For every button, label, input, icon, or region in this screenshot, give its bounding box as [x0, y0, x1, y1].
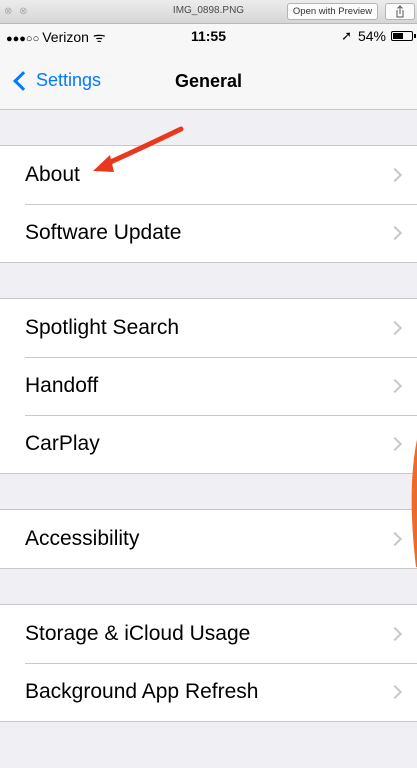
chevron-right-icon [387, 378, 403, 394]
chevron-right-icon [387, 531, 403, 547]
chevron-right-icon [387, 626, 403, 642]
battery-icon [391, 31, 416, 41]
chevron-right-icon [387, 320, 403, 336]
battery-percent: 54% [357, 28, 386, 44]
annotation-orange-shape [411, 439, 417, 567]
row-label: Spotlight Search [25, 316, 180, 339]
settings-row-carplay[interactable]: CarPlay [0, 415, 417, 473]
settings-row-handoff[interactable]: Handoff [0, 357, 417, 415]
settings-list: About Software Update Spotlight Search H… [0, 110, 417, 722]
status-right: ➚ 54% [341, 28, 416, 44]
settings-row-accessibility[interactable]: Accessibility [0, 510, 417, 568]
row-label: Software Update [25, 221, 182, 244]
row-label: About [25, 163, 80, 186]
row-label: Accessibility [25, 527, 140, 550]
settings-group: Spotlight Search Handoff CarPlay [0, 298, 417, 474]
chevron-right-icon [387, 436, 403, 452]
settings-row-spotlight-search[interactable]: Spotlight Search [0, 299, 417, 357]
settings-row-about[interactable]: About [0, 146, 417, 204]
annotation-arrow [93, 126, 184, 172]
row-label: CarPlay [25, 432, 100, 455]
chevron-right-icon [387, 684, 403, 700]
settings-group: Accessibility [0, 509, 417, 569]
row-label: Storage & iCloud Usage [25, 622, 251, 645]
row-label: Handoff [25, 374, 99, 397]
share-button[interactable] [385, 3, 415, 20]
row-label: Background App Refresh [25, 680, 259, 703]
settings-group: About Software Update [0, 145, 417, 263]
page-title: General [174, 71, 243, 91]
open-with-preview-button[interactable]: Open with Preview [287, 3, 378, 20]
settings-group: Storage & iCloud Usage Background App Re… [0, 604, 417, 722]
chevron-right-icon [387, 225, 403, 241]
settings-row-software-update[interactable]: Software Update [0, 204, 417, 262]
chevron-right-icon [387, 167, 403, 183]
status-bar: ●●●○○ Verizon ᯤ 11:55 ➚ 54% [0, 24, 417, 48]
quicklook-titlebar: ⊗ ⊗ IMG_0898.PNG Open with Preview [0, 0, 417, 24]
settings-row-background-app-refresh[interactable]: Background App Refresh [0, 663, 417, 721]
location-arrow-icon: ➚ [341, 28, 352, 43]
share-icon [396, 5, 404, 18]
settings-row-storage-icloud[interactable]: Storage & iCloud Usage [0, 605, 417, 663]
ios-header: ●●●○○ Verizon ᯤ 11:55 ➚ 54% Settings Gene… [0, 24, 417, 110]
